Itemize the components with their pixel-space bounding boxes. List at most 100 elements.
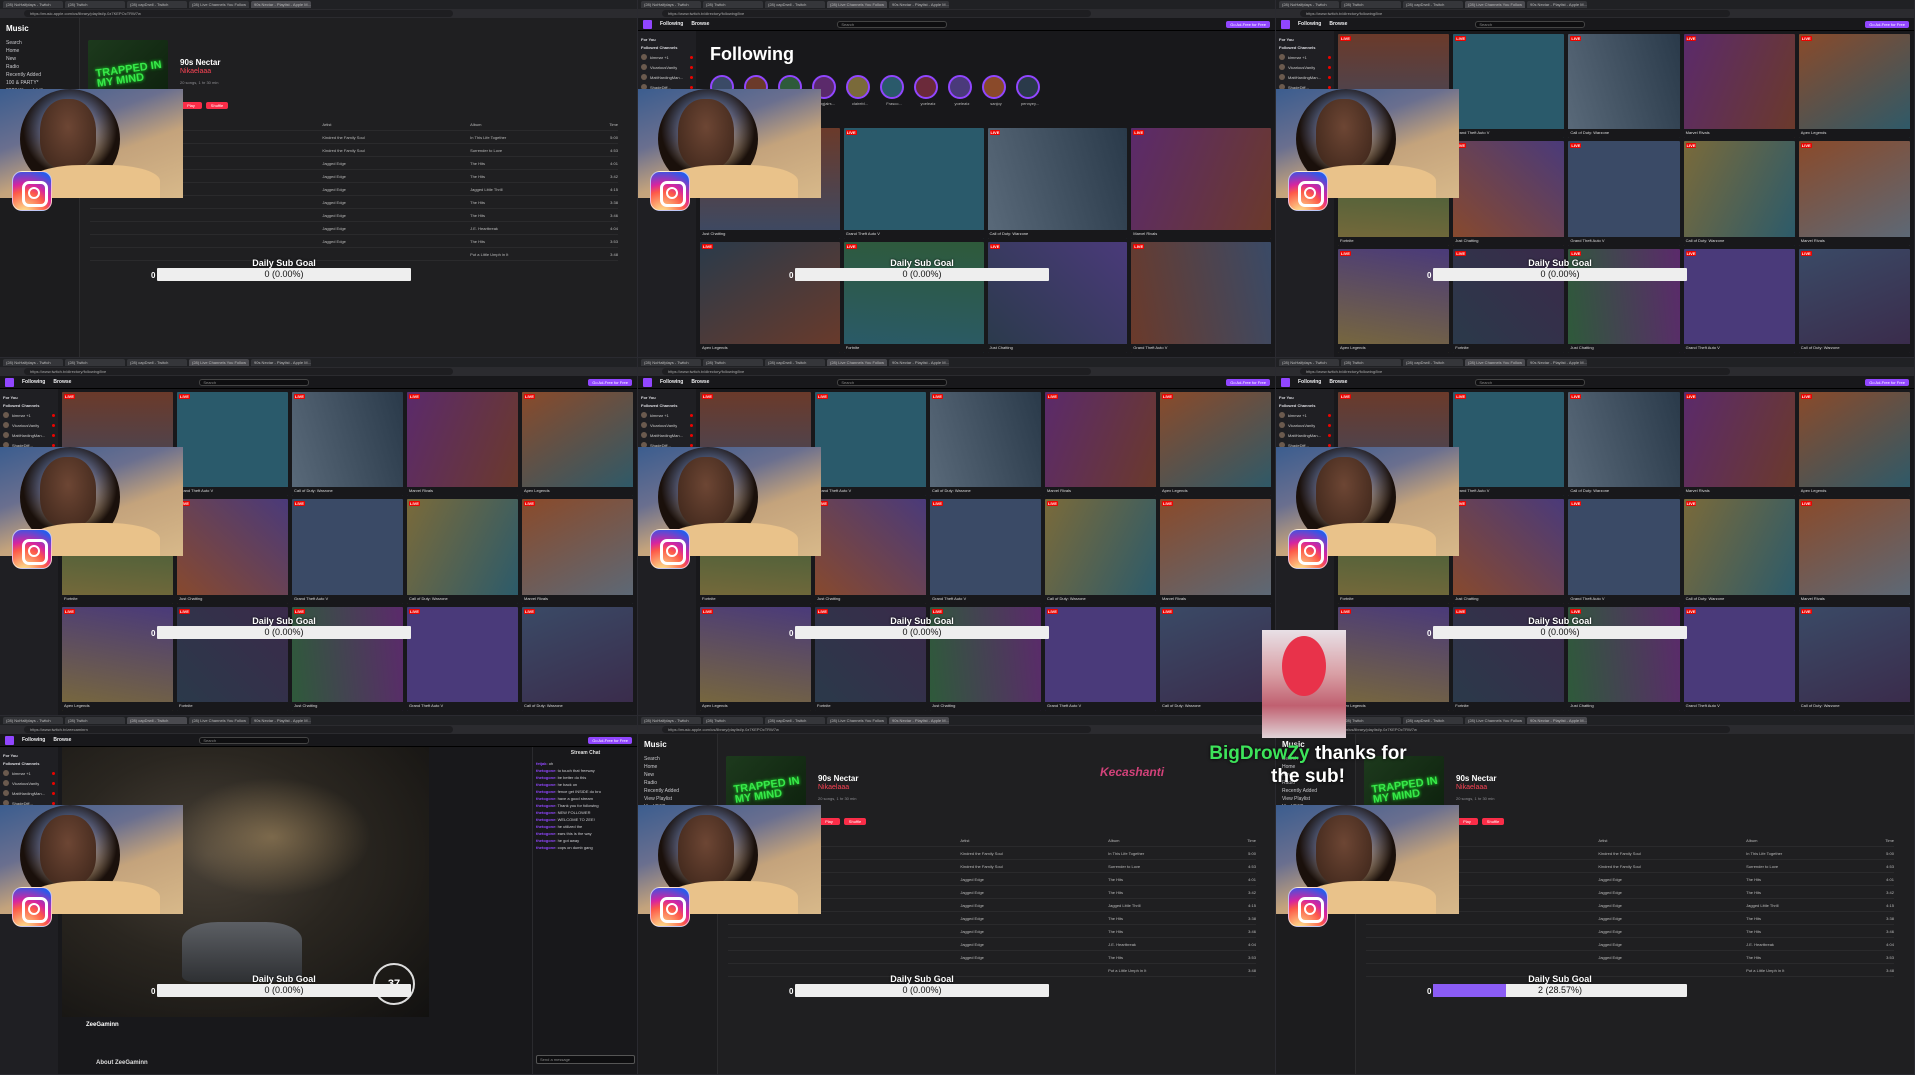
browser-tab[interactable]: (28) capDrwll - Twitch bbox=[127, 1, 187, 8]
twitch-logo-icon[interactable] bbox=[643, 377, 652, 387]
sidebar-channel[interactable]: MattHardingMan... bbox=[3, 430, 55, 440]
browser-tab[interactable]: 90s Nectar - Playlist - Apple M... bbox=[1527, 359, 1587, 366]
chat-user[interactable]: thetogone bbox=[536, 845, 555, 850]
play-button[interactable]: Play bbox=[818, 818, 840, 825]
stream-thumbnail[interactable]: LIVE Call of Duty: Warzone bbox=[1045, 499, 1156, 604]
nav-browse[interactable]: Browse bbox=[691, 379, 709, 385]
music-playlist-item[interactable]: 100 & PARTY* bbox=[6, 79, 73, 87]
followed-channel[interactable]: pennyey... bbox=[1016, 75, 1044, 106]
stream-thumbnail[interactable]: LIVE Call of Duty: Warzone bbox=[522, 606, 633, 711]
stream-thumbnail[interactable]: LIVE Grand Theft Auto V bbox=[1045, 606, 1156, 711]
followed-channel[interactable]: yoeleatz bbox=[948, 75, 976, 106]
stream-thumbnail[interactable]: LIVE Call of Duty: Warzone bbox=[1798, 248, 1910, 353]
url-text[interactable]: https://www.twitch.tv/zeecaminrn bbox=[24, 726, 454, 733]
address-bar[interactable]: https://music.apple.com/us/library/playl… bbox=[0, 9, 637, 18]
followed-channel[interactable]: clairebl... bbox=[846, 75, 874, 106]
stream-thumbnail[interactable]: LIVE Grand Theft Auto V bbox=[407, 606, 518, 711]
browser-tab[interactable]: (28) Live Channels You Follow bbox=[189, 717, 249, 724]
chat-user[interactable]: thetogone bbox=[536, 782, 555, 787]
nav-following[interactable]: Following bbox=[660, 21, 683, 27]
stream-thumbnail[interactable]: LIVEJust Chatting bbox=[177, 499, 288, 604]
browser-tab[interactable]: 90s Nectar - Playlist - Apple M... bbox=[889, 717, 949, 724]
browser-tab[interactable]: 90s Nectar - Playlist - Apple M... bbox=[1527, 717, 1587, 724]
browser-tab[interactable]: (28) NoHalfplays - Twitch bbox=[641, 717, 701, 724]
shuffle-button[interactable]: Shuffle bbox=[1482, 818, 1504, 825]
sidebar-channel[interactable]: kimmar +1 bbox=[641, 52, 693, 62]
chat-input[interactable]: Send a message bbox=[536, 1055, 635, 1064]
browser-tab[interactable]: (28) Twitch bbox=[65, 359, 125, 366]
url-text[interactable]: https://music.apple.com/us/library/playl… bbox=[662, 726, 1092, 733]
browser-tab[interactable]: (28) Twitch bbox=[1341, 1, 1401, 8]
address-bar[interactable]: https://music.apple.com/us/library/playl… bbox=[638, 725, 1275, 734]
playlist-artist[interactable]: Nikaelaaa bbox=[818, 784, 849, 791]
browser-tab[interactable]: (28) capDrwll - Twitch bbox=[765, 1, 825, 8]
stream-thumbnail[interactable]: LIVE Call of Duty: Warzone bbox=[1798, 606, 1910, 711]
browser-tab[interactable]: (28) NoHalfplays - Twitch bbox=[3, 717, 63, 724]
twitch-logo-icon[interactable] bbox=[643, 19, 652, 29]
sidebar-channel[interactable]: kimmar +1 bbox=[641, 410, 693, 420]
browser-tab[interactable]: (28) Live Channels You Follow bbox=[827, 359, 887, 366]
ad-free-button[interactable]: Go Ad-Free for Free bbox=[1226, 378, 1270, 386]
sidebar-channel[interactable]: MattHardingMan... bbox=[641, 72, 693, 82]
browser-tab[interactable]: (28) Live Channels You Follow bbox=[189, 359, 249, 366]
sidebar-channel[interactable]: kimmar +1 bbox=[3, 768, 55, 778]
music-search[interactable]: Search bbox=[6, 39, 73, 47]
browser-tab[interactable]: (28) Twitch bbox=[1341, 717, 1401, 724]
followed-channel[interactable]: yoeleatz bbox=[914, 75, 942, 106]
sidebar-channel[interactable]: kimmar +1 bbox=[1279, 52, 1331, 62]
chat-user[interactable]: thetogone bbox=[536, 810, 555, 815]
ad-free-button[interactable]: Go Ad-Free for Free bbox=[1865, 378, 1909, 386]
music-playlist-item[interactable]: View Playlist bbox=[644, 795, 711, 803]
stream-thumbnail[interactable]: LIVE Grand Theft Auto V bbox=[292, 499, 403, 604]
nav-following[interactable]: Following bbox=[1298, 21, 1321, 27]
browser-tab[interactable]: (28) capDrwll - Twitch bbox=[127, 717, 187, 724]
stream-thumbnail[interactable]: LIVE Marvel Rivals bbox=[1131, 128, 1271, 239]
music-nav-item[interactable]: Radio bbox=[644, 779, 711, 787]
stream-thumbnail[interactable]: LIVE Call of Duty: Warzone bbox=[930, 392, 1041, 497]
stream-thumbnail[interactable]: LIVE Marvel Rivals bbox=[1160, 499, 1271, 604]
browser-tab[interactable]: 90s Nectar - Playlist - Apple M... bbox=[1527, 1, 1587, 8]
followed-channel[interactable]: sanjoy bbox=[982, 75, 1010, 106]
stream-thumbnail[interactable]: LIVE Call of Duty: Warzone bbox=[407, 499, 518, 604]
search-input[interactable]: Search bbox=[1475, 20, 1586, 28]
stream-thumbnail[interactable]: LIVE Apex Legends bbox=[1798, 34, 1910, 139]
stream-thumbnail[interactable]: LIVE Marvel Rivals bbox=[1683, 34, 1795, 139]
track-row[interactable]: Jagged Edge The Hits 3:53 bbox=[1366, 951, 1894, 964]
stream-thumbnail[interactable]: LIVE Apex Legends bbox=[1160, 392, 1271, 497]
sidebar-channel[interactable]: kimmar +1 bbox=[1279, 410, 1331, 420]
twitch-logo-icon[interactable] bbox=[5, 377, 14, 387]
browser-tab[interactable]: (28) Twitch bbox=[703, 359, 763, 366]
browser-tab[interactable]: (28) Twitch bbox=[703, 1, 763, 8]
track-row[interactable]: Jagged Edge The Hits 3:46 bbox=[1366, 925, 1894, 938]
music-nav-item[interactable]: New bbox=[6, 55, 73, 63]
ad-free-button[interactable]: Go Ad-Free for Free bbox=[1865, 20, 1909, 28]
sidebar-channel[interactable]: VicariousVanity bbox=[1279, 62, 1331, 72]
music-playlist-item[interactable]: View Playlist bbox=[1282, 795, 1349, 803]
url-text[interactable]: https://www.twitch.tv/directory/followin… bbox=[24, 368, 454, 375]
track-row[interactable]: Jagged Edge The Hits 3:46 bbox=[90, 209, 618, 222]
address-bar[interactable]: https://www.twitch.tv/zeecaminrn bbox=[0, 725, 637, 734]
twitch-logo-icon[interactable] bbox=[5, 735, 14, 745]
nav-browse[interactable]: Browse bbox=[1329, 21, 1347, 27]
sidebar-channel[interactable]: VicariousVanity bbox=[3, 420, 55, 430]
browser-tab[interactable]: (28) NoHalfplays - Twitch bbox=[3, 359, 63, 366]
stream-thumbnail[interactable]: LIVE Marvel Rivals bbox=[1798, 141, 1910, 246]
browser-tab[interactable]: (28) Twitch bbox=[65, 717, 125, 724]
stream-thumbnail[interactable]: LIVE Grand Theft Auto V bbox=[1453, 34, 1565, 139]
nav-following[interactable]: Following bbox=[22, 737, 45, 743]
ad-free-button[interactable]: Go Ad-Free for Free bbox=[588, 736, 632, 744]
search-input[interactable]: Search bbox=[837, 378, 948, 386]
browser-tab[interactable]: (28) capDrwll - Twitch bbox=[1403, 359, 1463, 366]
stream-thumbnail[interactable]: LIVE Marvel Rivals bbox=[1045, 392, 1156, 497]
address-bar[interactable]: https://www.twitch.tv/directory/followin… bbox=[1276, 9, 1914, 18]
browser-tab[interactable]: (28) Live Channels You Follow bbox=[1465, 717, 1525, 724]
browser-tab[interactable]: 90s Nectar - Playlist - Apple M... bbox=[251, 1, 311, 8]
chat-user[interactable]: thetogone bbox=[536, 803, 555, 808]
stream-thumbnail[interactable]: LIVE Grand Theft Auto V bbox=[1683, 606, 1795, 711]
stream-thumbnail[interactable]: LIVE Marvel Rivals bbox=[1798, 499, 1910, 604]
browser-tab[interactable]: (28) NoHalfplays - Twitch bbox=[641, 1, 701, 8]
stream-thumbnail[interactable]: LIVE Grand Theft Auto V bbox=[843, 128, 984, 239]
stream-thumbnail[interactable]: LIVE Call of Duty: Warzone bbox=[1568, 392, 1680, 497]
music-nav-item[interactable]: Home bbox=[644, 763, 711, 771]
chat-user[interactable]: thetogone bbox=[536, 768, 555, 773]
